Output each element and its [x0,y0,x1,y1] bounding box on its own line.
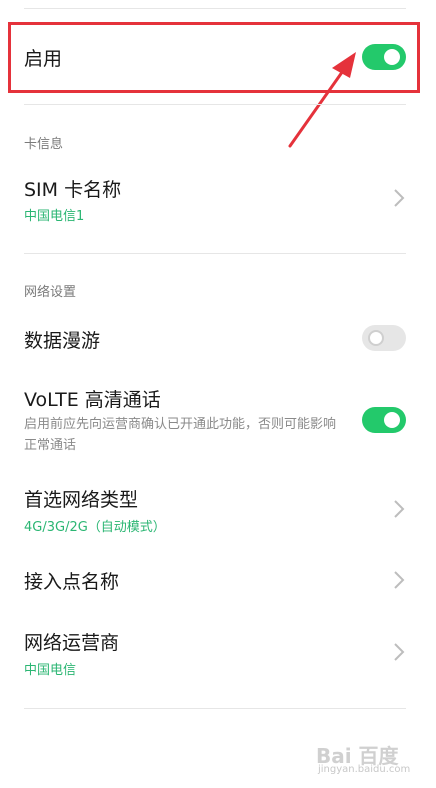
chevron-right-icon [394,643,405,661]
volte-toggle[interactable] [362,407,406,433]
divider [24,708,406,709]
section-label-network: 网络设置 [24,285,77,300]
sim-name-value: 中国电信1 [24,209,85,224]
data-roaming-toggle[interactable] [362,325,406,351]
network-operator-title: 网络运营商 [24,632,120,654]
chevron-right-icon [394,500,405,518]
chevron-right-icon [394,571,405,589]
chevron-right-icon [394,189,405,207]
data-roaming-row[interactable]: 数据漫游 [0,318,436,358]
data-roaming-title: 数据漫游 [24,330,101,352]
volte-description: 启用前应先向运营商确认已开通此功能，否则可能影响正常通话 [24,417,337,453]
sim-name-row[interactable]: SIM 卡名称 中国电信1 [0,165,436,235]
sim-name-title: SIM 卡名称 [24,179,122,201]
preferred-network-type-title: 首选网络类型 [24,489,139,511]
top-divider [24,8,406,9]
baidu-watermark: Bai 百度 jingyan.baidu.com [296,738,416,782]
toggle-knob [384,412,400,428]
preferred-network-type-value: 4G/3G/2G（自动模式） [24,520,166,535]
volte-title: VoLTE 高清通话 [24,389,161,411]
network-operator-row[interactable]: 网络运营商 中国电信 [0,626,436,681]
watermark-url: jingyan.baidu.com [318,764,411,775]
volte-row[interactable]: VoLTE 高清通话 启用前应先向运营商确认已开通此功能，否则可能影响正常通话 [0,385,436,460]
apn-title: 接入点名称 [24,571,120,593]
highlight-box [8,22,420,93]
preferred-network-type-row[interactable]: 首选网络类型 4G/3G/2G（自动模式） [0,485,436,540]
divider [24,253,406,254]
toggle-knob [368,330,384,346]
network-operator-value: 中国电信 [24,663,77,678]
divider [24,104,406,105]
apn-row[interactable]: 接入点名称 [0,565,436,600]
section-label-card-info: 卡信息 [24,137,64,152]
